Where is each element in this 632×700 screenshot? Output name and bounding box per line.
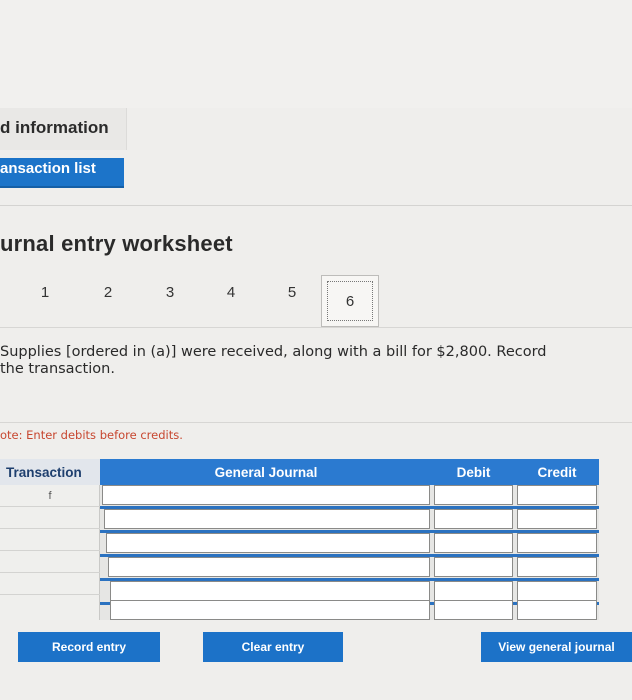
debit-input[interactable]	[434, 581, 513, 601]
transaction-cell	[0, 595, 100, 617]
debit-input[interactable]	[434, 533, 513, 553]
header-general-journal: General Journal	[100, 459, 432, 485]
debit-input[interactable]	[434, 600, 513, 620]
account-select[interactable]	[110, 581, 430, 601]
step-1[interactable]: 1	[35, 284, 55, 301]
question-line-1: Supplies [ordered in (a)] were received,…	[0, 344, 547, 360]
header-debit: Debit	[432, 459, 515, 485]
step-5[interactable]: 5	[282, 284, 302, 301]
account-select[interactable]	[106, 533, 430, 553]
account-select[interactable]	[110, 600, 430, 620]
transaction-cell	[0, 573, 100, 595]
transaction-cell	[0, 507, 100, 529]
header-credit: Credit	[515, 459, 599, 485]
top-background	[0, 0, 632, 108]
debit-input[interactable]	[434, 509, 513, 529]
tab-required-information[interactable]: d information	[0, 108, 127, 150]
header-transaction: Transaction	[0, 459, 100, 485]
credit-input[interactable]	[517, 485, 597, 505]
credit-input[interactable]	[517, 600, 597, 620]
tab-transaction-list-label: ansaction list	[0, 160, 96, 177]
view-general-journal-button[interactable]: View general journal	[481, 632, 632, 662]
debit-input[interactable]	[434, 557, 513, 577]
transaction-cell	[0, 551, 100, 573]
account-select[interactable]	[102, 485, 430, 505]
clear-entry-button[interactable]: Clear entry	[203, 632, 343, 662]
tab-info-label: d information	[0, 118, 109, 137]
account-select[interactable]	[108, 557, 430, 577]
question-text: Supplies [ordered in (a)] were received,…	[0, 344, 600, 378]
section-divider	[0, 205, 632, 206]
credit-input[interactable]	[517, 581, 597, 601]
step-2[interactable]: 2	[98, 284, 118, 301]
transaction-cell: f	[0, 485, 100, 507]
section-divider	[0, 422, 632, 423]
step-3[interactable]: 3	[160, 284, 180, 301]
tab-transaction-list[interactable]: ansaction list	[0, 158, 124, 188]
credit-input[interactable]	[517, 509, 597, 529]
transaction-column: f	[0, 485, 100, 620]
question-line-2: the transaction.	[0, 361, 115, 377]
credit-input[interactable]	[517, 557, 597, 577]
worksheet-title: urnal entry worksheet	[0, 231, 233, 256]
transaction-cell	[0, 529, 100, 551]
note-text: ote: Enter debits before credits.	[0, 428, 183, 442]
step-6-label: 6	[327, 281, 373, 321]
step-6-active[interactable]: 6	[321, 275, 379, 327]
section-divider	[0, 327, 632, 328]
journal-entry-table: Transaction General Journal Debit Credit…	[0, 459, 599, 620]
debit-input[interactable]	[434, 485, 513, 505]
credit-input[interactable]	[517, 533, 597, 553]
account-select[interactable]	[104, 509, 430, 529]
record-entry-button[interactable]: Record entry	[18, 632, 160, 662]
step-4[interactable]: 4	[221, 284, 241, 301]
